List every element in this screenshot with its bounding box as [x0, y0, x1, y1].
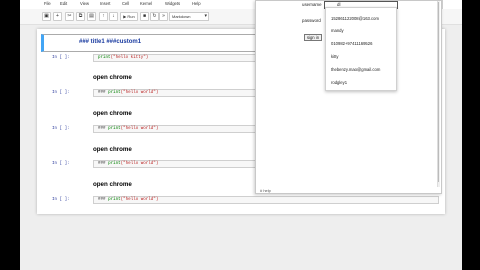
menu-view[interactable]: View: [80, 1, 89, 7]
code-keyword: print: [108, 91, 121, 95]
code-comment: ###: [98, 198, 109, 202]
code-argument: ("hello world"): [120, 198, 159, 202]
cell-type-select[interactable]: Markdown: [169, 12, 209, 21]
autocomplete-option[interactable]: 010982+97411169526: [331, 41, 372, 46]
menu-file[interactable]: File: [44, 1, 51, 7]
input-prompt: In [ ]:: [52, 198, 70, 202]
stop-icon[interactable]: ■: [140, 12, 149, 21]
page-scrollbar[interactable]: [442, 0, 462, 9]
code-keyword: print: [108, 198, 121, 202]
sign-in-button[interactable]: sign in: [304, 34, 322, 41]
popup-footer-text: # help: [260, 188, 271, 193]
code-keyword: print: [98, 56, 111, 60]
arrow-down-icon[interactable]: ↓: [109, 12, 118, 21]
code-argument: ("hello kitty"): [110, 56, 149, 60]
input-prompt: In [ ]:: [52, 162, 70, 166]
run-button[interactable]: ▶ Run: [120, 12, 138, 21]
password-label: password: [302, 18, 321, 23]
code-cell-5: In [ ]: ### print("hello world"): [41, 196, 439, 206]
popup-scroll-thumb[interactable]: [438, 2, 439, 182]
copy-icon[interactable]: ⧉: [76, 12, 85, 21]
paste-icon[interactable]: ▤: [87, 12, 96, 21]
menu-kernel[interactable]: Kernel: [140, 1, 152, 7]
code-keyword: print: [108, 127, 121, 131]
autocomplete-option[interactable]: rodgley1: [331, 80, 347, 85]
markdown-source[interactable]: ### title1 ###custom1: [79, 39, 141, 45]
menu-insert[interactable]: Insert: [100, 1, 110, 7]
popup-scrollbar[interactable]: [437, 1, 440, 187]
code-comment: ###: [98, 127, 109, 131]
heading-open-chrome-3: open chrome: [93, 146, 132, 153]
fast-forward-icon[interactable]: »: [159, 12, 168, 21]
menu-widgets[interactable]: Widgets: [165, 1, 180, 7]
menu-edit[interactable]: Edit: [60, 1, 67, 7]
code-argument: ("hello world"): [120, 91, 159, 95]
code-comment: ###: [98, 162, 109, 166]
menu-cell[interactable]: Cell: [122, 1, 129, 7]
arrow-up-icon[interactable]: ↑: [99, 12, 108, 21]
code-comment: ###: [98, 91, 109, 95]
cut-icon[interactable]: ✂: [65, 12, 74, 21]
code-argument: ("hello world"): [120, 127, 159, 131]
autocomplete-option[interactable]: thebenzy.mao@gmail.com: [331, 67, 380, 72]
code-argument: ("hello world"): [120, 162, 159, 166]
save-icon[interactable]: ▣: [42, 12, 51, 21]
autocomplete-option[interactable]: kitty: [331, 54, 338, 59]
autocomplete-option[interactable]: mandy: [331, 28, 344, 33]
username-label: username: [302, 2, 322, 7]
heading-open-chrome-4: open chrome: [93, 181, 132, 188]
input-prompt: In [ ]:: [52, 91, 70, 95]
autocomplete-dropdown: 152861122008@163.com mandy 010982+974111…: [325, 7, 397, 91]
plus-icon[interactable]: +: [53, 12, 62, 21]
heading-open-chrome-2: open chrome: [93, 110, 132, 117]
code-keyword: print: [108, 162, 121, 166]
code-editor[interactable]: ### print("hello world"): [93, 196, 439, 204]
input-prompt: In [ ]:: [52, 56, 70, 60]
autocomplete-option[interactable]: 152861122008@163.com: [331, 16, 379, 21]
jupyter-app: File Edit View Insert Cell Kernel Widget…: [20, 0, 462, 270]
menu-help[interactable]: Help: [192, 1, 201, 7]
heading-open-chrome-1: open chrome: [93, 74, 132, 81]
restart-icon[interactable]: ↻: [150, 12, 159, 21]
input-prompt: In [ ]:: [52, 127, 70, 131]
